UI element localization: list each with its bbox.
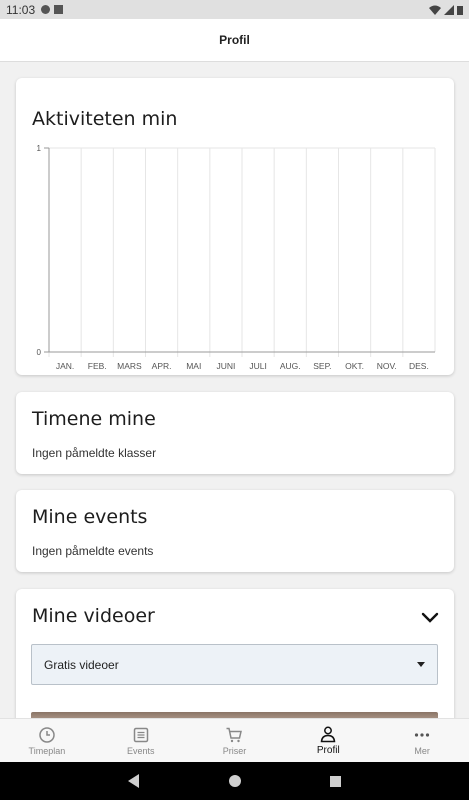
x-tick-label: JUNI bbox=[216, 361, 235, 371]
system-nav-bar bbox=[0, 762, 469, 800]
signal-icon bbox=[444, 4, 454, 15]
events-card: Mine events Ingen påmeldte events bbox=[16, 490, 454, 572]
nav-label-timeplan: Timeplan bbox=[28, 745, 66, 756]
y-tick-label: 0 bbox=[37, 348, 42, 357]
x-tick-label: OKT. bbox=[345, 361, 364, 371]
events-card-title: Mine events bbox=[32, 506, 148, 528]
back-button[interactable] bbox=[83, 774, 184, 788]
recents-button[interactable] bbox=[285, 775, 386, 787]
notification-icon bbox=[41, 5, 51, 14]
x-tick-label: FEB. bbox=[88, 361, 107, 371]
x-tick-label: MARS bbox=[117, 361, 142, 371]
person-icon bbox=[320, 726, 336, 743]
y-tick-label: 1 bbox=[37, 144, 42, 153]
clock-icon bbox=[39, 726, 55, 743]
sd-card-icon bbox=[54, 5, 64, 14]
wifi-icon bbox=[429, 5, 441, 15]
video-category-select[interactable]: Gratis videoer bbox=[31, 644, 438, 685]
page-title: Profil bbox=[219, 33, 250, 47]
x-tick-label: NOV. bbox=[377, 361, 397, 371]
app-bar: Profil bbox=[0, 19, 469, 62]
home-button[interactable] bbox=[184, 775, 285, 787]
nav-item-timeplan[interactable]: Timeplan bbox=[0, 719, 94, 762]
x-tick-label: MAI bbox=[186, 361, 201, 371]
classes-card: Timene mine Ingen påmeldte klasser bbox=[16, 392, 454, 474]
nav-item-priser[interactable]: Priser bbox=[188, 719, 282, 762]
home-icon bbox=[228, 775, 241, 787]
activity-chart: 0 1 JAN. FEB. MARS APR. MAI JUNI JULI AUG. SEP. OKT… bbox=[37, 144, 436, 371]
recents-icon bbox=[330, 775, 341, 787]
nav-item-mer[interactable]: Mer bbox=[375, 719, 469, 762]
status-time: 11:03 bbox=[6, 2, 36, 17]
battery-icon bbox=[457, 5, 463, 15]
list-icon bbox=[133, 727, 148, 742]
bottom-nav: Timeplan Events Priser Profil Mer bbox=[0, 718, 469, 762]
activity-card: Aktiviteten min 0 1 JAN. FEB. MARS APR. MAI JUN… bbox=[16, 78, 454, 375]
x-tick-label: AUG. bbox=[280, 361, 301, 371]
classes-empty-text: Ingen påmeldte klasser bbox=[32, 446, 157, 460]
x-tick-label: JAN. bbox=[56, 361, 74, 371]
profile-content[interactable]: Aktiviteten min 0 1 JAN. FEB. MARS APR. MAI JUN… bbox=[0, 62, 469, 718]
nav-label-priser: Priser bbox=[222, 745, 247, 756]
events-empty-text: Ingen påmeldte events bbox=[32, 544, 154, 558]
more-icon bbox=[414, 732, 430, 737]
nav-label-events: Events bbox=[126, 745, 155, 756]
back-icon bbox=[128, 774, 139, 788]
nav-item-events[interactable]: Events bbox=[94, 719, 188, 762]
videos-card-title: Mine videoer bbox=[32, 605, 155, 627]
nav-label-profil: Profil bbox=[316, 745, 340, 756]
cart-icon bbox=[226, 727, 243, 742]
x-tick-label: SEP. bbox=[313, 361, 331, 371]
x-tick-label: APR. bbox=[152, 361, 172, 371]
classes-card-title: Timene mine bbox=[32, 408, 156, 430]
status-bar: 11:03 bbox=[0, 0, 469, 19]
nav-item-profil[interactable]: Profil bbox=[281, 719, 375, 762]
nav-label-mer: Mer bbox=[414, 745, 430, 756]
x-tick-label: DES. bbox=[409, 361, 429, 371]
x-tick-label: JULI bbox=[249, 361, 266, 371]
dropdown-caret-icon bbox=[417, 662, 425, 667]
activity-card-title: Aktiviteten min bbox=[32, 108, 178, 130]
chevron-down-icon[interactable] bbox=[420, 607, 440, 627]
videos-card: Mine videoer Gratis videoer bbox=[16, 589, 454, 718]
video-category-value: Gratis videoer bbox=[44, 657, 119, 672]
